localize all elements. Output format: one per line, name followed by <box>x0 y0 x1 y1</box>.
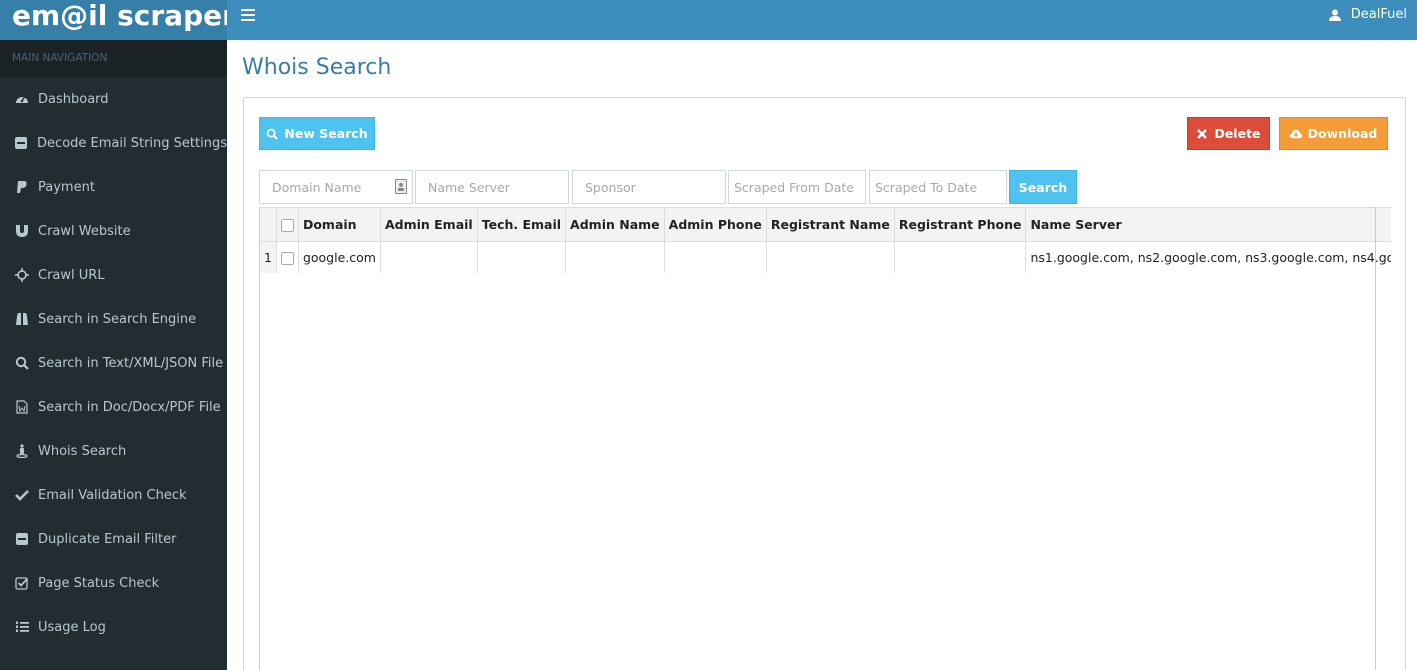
sidebar-item-payment[interactable]: Payment <box>0 165 227 209</box>
sidebar-item-label: Crawl Website <box>38 223 131 239</box>
app-logo[interactable]: em@il scraper <box>0 0 227 40</box>
sidebar-item-label: Crawl URL <box>38 267 105 283</box>
grid-scroll-border <box>1375 207 1376 670</box>
sidebar-item-label: Duplicate Email Filter <box>38 531 177 547</box>
search-icon <box>267 128 279 140</box>
sidebar-item-search-in-doc-docx-pdf-file[interactable]: Search in Doc/Docx/PDF File <box>0 385 227 429</box>
select-all-checkbox[interactable] <box>280 218 294 232</box>
new-search-label: New Search <box>284 126 368 141</box>
row-number: 1 <box>260 241 277 273</box>
row-select-cell <box>276 241 299 273</box>
domain-name-input[interactable] <box>259 170 413 204</box>
cloud-download-icon <box>1289 129 1302 138</box>
column-header-tech-email[interactable]: Tech. Email <box>477 208 567 242</box>
cell-admin-name <box>565 241 665 273</box>
whois-search-panel: New Search Delete Download Search <box>243 97 1406 670</box>
sidebar-item-label: Search in Doc/Docx/PDF File <box>38 399 221 415</box>
sidebar-item-label: Email Validation Check <box>38 487 187 503</box>
main-content: Whois Search New Search Delete Download … <box>227 40 1417 670</box>
sidebar-toggle-icon[interactable] <box>241 9 255 23</box>
cell-tech-email <box>477 241 567 273</box>
sidebar-item-email-validation-check[interactable]: Email Validation Check <box>0 473 227 517</box>
cell-registrant-name <box>766 241 895 273</box>
sidebar-item-usage-log[interactable]: Usage Log <box>0 605 227 649</box>
column-header-name-server[interactable]: Name Server <box>1025 208 1391 242</box>
search-icon <box>14 356 29 371</box>
contact-card-icon[interactable] <box>395 179 407 194</box>
user-menu[interactable]: DealFuel <box>1328 7 1407 22</box>
list-ol-icon <box>14 620 29 635</box>
download-button[interactable]: Download <box>1279 117 1388 150</box>
minus-square-icon <box>14 532 29 547</box>
cell-name-server: ns1.google.com, ns2.google.com, ns3.goog… <box>1025 241 1391 273</box>
file-word-icon <box>14 400 29 415</box>
nav-header: MAIN NAVIGATION <box>0 40 227 77</box>
page-title: Whois Search <box>242 55 392 80</box>
scraped-from-date-input[interactable] <box>728 170 866 204</box>
sidebar-item-whois-search[interactable]: Whois Search <box>0 429 227 473</box>
table-row[interactable]: 1 google.com ns1.google.com, ns2.google.… <box>260 241 1391 273</box>
paypal-icon <box>14 180 29 195</box>
user-name: DealFuel <box>1350 7 1407 22</box>
sidebar-item-crawl-website[interactable]: Crawl Website <box>0 209 227 253</box>
sidebar-item-label: Payment <box>38 179 95 195</box>
sidebar-item-page-status-check[interactable]: Page Status Check <box>0 561 227 605</box>
table-header-row: Domain Admin Email Tech. Email Admin Nam… <box>260 208 1391 242</box>
sidebar: MAIN NAVIGATION Dashboard Decode Email S… <box>0 40 227 670</box>
name-server-input[interactable] <box>415 170 569 204</box>
sidebar-item-label: Page Status Check <box>38 575 160 591</box>
column-header-admin-email[interactable]: Admin Email <box>380 208 478 242</box>
column-header-registrant-phone[interactable]: Registrant Phone <box>894 208 1027 242</box>
select-all-cell <box>276 208 299 242</box>
sidebar-item-search-in-text-xml-json-file[interactable]: Search in Text/XML/JSON File <box>0 341 227 385</box>
column-header-admin-name[interactable]: Admin Name <box>565 208 665 242</box>
scraped-to-date-input[interactable] <box>869 170 1007 204</box>
new-search-button[interactable]: New Search <box>259 117 375 150</box>
delete-label: Delete <box>1214 126 1261 141</box>
crosshairs-icon <box>14 268 29 283</box>
delete-button[interactable]: Delete <box>1187 117 1270 150</box>
street-view-icon <box>14 444 29 459</box>
sidebar-item-dashboard[interactable]: Dashboard <box>0 77 227 121</box>
sidebar-item-label: Usage Log <box>38 619 106 635</box>
binoculars-icon <box>14 312 29 327</box>
column-header-registrant-name[interactable]: Registrant Name <box>766 208 895 242</box>
sidebar-item-label: Search in Text/XML/JSON File <box>38 355 224 371</box>
sidebar-item-label: Search in Search Engine <box>38 311 197 327</box>
close-icon <box>1197 128 1208 139</box>
minus-square-icon <box>14 136 28 151</box>
column-header-domain[interactable]: Domain <box>298 208 381 242</box>
top-navbar: DealFuel <box>227 0 1417 40</box>
dashboard-icon <box>14 92 29 107</box>
sidebar-item-crawl-url[interactable]: Crawl URL <box>0 253 227 297</box>
column-header-admin-phone[interactable]: Admin Phone <box>664 208 767 242</box>
cell-registrant-phone <box>894 241 1027 273</box>
cell-domain: google.com <box>298 241 381 273</box>
cell-admin-phone <box>664 241 767 273</box>
magnet-icon <box>14 224 29 239</box>
row-checkbox[interactable] <box>280 251 294 265</box>
sidebar-item-label: Dashboard <box>38 91 109 107</box>
sponsor-input[interactable] <box>572 170 726 204</box>
results-grid: Domain Admin Email Tech. Email Admin Nam… <box>259 207 1391 670</box>
results-table: Domain Admin Email Tech. Email Admin Nam… <box>260 208 1391 273</box>
sidebar-item-search-in-search-engine[interactable]: Search in Search Engine <box>0 297 227 341</box>
sidebar-item-label: Decode Email String Settings <box>37 135 227 151</box>
check-icon <box>14 488 29 503</box>
check-square-icon <box>14 576 29 591</box>
download-label: Download <box>1307 126 1378 141</box>
user-icon <box>1328 9 1341 21</box>
sidebar-item-duplicate-email-filter[interactable]: Duplicate Email Filter <box>0 517 227 561</box>
search-button[interactable]: Search <box>1009 170 1077 204</box>
sidebar-item-decode-email-string-settings[interactable]: Decode Email String Settings <box>0 121 227 165</box>
row-number-header <box>260 208 277 242</box>
sidebar-item-label: Whois Search <box>38 443 127 459</box>
cell-admin-email <box>380 241 478 273</box>
